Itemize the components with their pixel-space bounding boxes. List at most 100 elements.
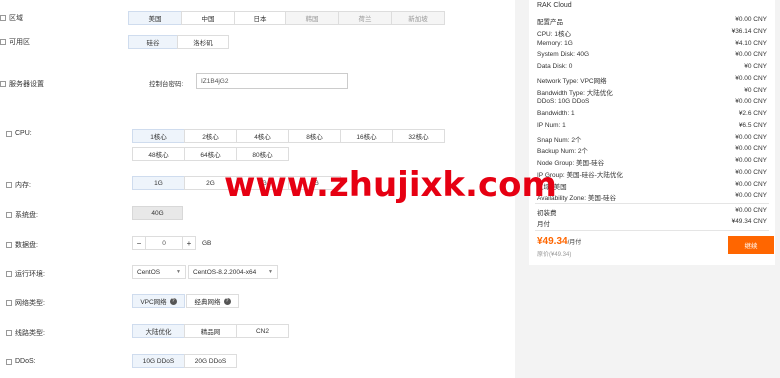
help-icon[interactable]: ? — [223, 297, 231, 305]
network-option-vpc-label: VPC网络 — [140, 299, 167, 306]
bullet-icon — [6, 271, 12, 277]
region-row-label: 区域 — [0, 13, 23, 23]
ddos-option-10g[interactable]: 10G DDoS — [132, 354, 185, 368]
line-option-cn2[interactable]: CN2 — [236, 324, 289, 338]
memory-label: 内存: — [15, 182, 31, 189]
summary-item-value: ¥0 CNY — [744, 63, 767, 70]
monthly-value: ¥49.34 CNY — [731, 218, 767, 225]
chevron-down-icon: ▼ — [268, 269, 273, 275]
bullet-icon — [6, 182, 12, 188]
os-select[interactable]: CentOS ▼ — [132, 265, 186, 279]
zone-option-losangeles[interactable]: 洛杉矶 — [177, 35, 229, 49]
region-option-cn[interactable]: 中国 — [181, 11, 235, 25]
setup-fee-label: 初装费 — [537, 210, 557, 217]
os-version-select-value: CentOS-8.2.2004-x64 — [193, 268, 257, 276]
region-option-kr[interactable]: 韩国 — [285, 11, 339, 25]
summary-item-row: System Disk: 40G ¥0.00 CNY — [537, 51, 767, 58]
line-option-premium[interactable]: 精品网 — [184, 324, 237, 338]
data-disk-stepper: − 0 + GB — [132, 236, 211, 250]
summary-item-value: ¥4.10 CNY — [735, 39, 767, 47]
zone-group: 硅谷 洛杉矶 — [128, 35, 229, 49]
bullet-icon — [0, 81, 6, 87]
summary-item-label: CPU: 1核心 — [537, 30, 571, 38]
summary-item-row: Backup Num: 2个 ¥0.00 CNY — [537, 145, 767, 155]
memory-option-1g[interactable]: 1G — [132, 176, 185, 190]
summary-item-row: Network Type: VPC网络 ¥0.00 CNY — [537, 75, 767, 85]
summary-item-label: Data Disk: 0 — [537, 63, 573, 70]
summary-item-row: Bandwidth Type: 大陆优化 ¥0 CNY — [537, 87, 767, 97]
summary-title: RAK Cloud — [537, 2, 572, 9]
cpu-option-1[interactable]: 1核心 — [132, 129, 185, 143]
summary-item-row: CPU: 1核心 ¥36.14 CNY — [537, 28, 767, 38]
summary-item-row: 区域: 美国 ¥0.00 CNY — [537, 181, 767, 191]
bullet-icon — [6, 330, 12, 336]
original-price: 原价(¥49.34) — [537, 252, 572, 258]
server-settings-row-label: 服务器设置 — [0, 79, 44, 89]
bullet-icon — [0, 39, 6, 45]
zone-option-siliconvalley[interactable]: 硅谷 — [128, 35, 178, 49]
region-option-nl[interactable]: 荷兰 — [338, 11, 392, 25]
cpu-option-80[interactable]: 80核心 — [236, 147, 289, 161]
summary-item-label: Snap Num: 2个 — [537, 136, 582, 144]
bullet-icon — [6, 358, 12, 365]
bullet-icon — [6, 300, 12, 306]
bullet-icon — [0, 15, 6, 21]
summary-item-label: System Disk: 40G — [537, 51, 590, 59]
cpu-option-8[interactable]: 8核心 — [288, 129, 341, 143]
summary-item-value: ¥0.00 CNY — [735, 180, 767, 188]
console-password-input[interactable]: IZ1B4jG2 — [196, 73, 348, 89]
summary-item-label: IP Num: 1 — [537, 121, 566, 129]
total-price-unit: /月付 — [567, 240, 582, 246]
os-select-value: CentOS — [137, 268, 161, 276]
data-disk-minus-button[interactable]: − — [132, 236, 146, 250]
summary-item-value: ¥2.6 CNY — [738, 110, 767, 117]
data-disk-unit: GB — [202, 239, 212, 247]
data-disk-label: 数据盘: — [15, 242, 38, 249]
setup-fee-row: 初装费 ¥0.00 CNY — [537, 207, 767, 217]
cpu-option-48[interactable]: 48核心 — [132, 147, 185, 161]
zone-row-label: 可用区 — [0, 37, 30, 47]
bullet-icon — [6, 130, 12, 137]
summary-item-row: IP Num: 1 ¥6.5 CNY — [537, 122, 767, 129]
help-icon[interactable]: ? — [169, 297, 177, 305]
summary-item-value: ¥0 CNY — [744, 86, 767, 94]
region-option-us[interactable]: 美国 — [128, 11, 182, 25]
data-disk-row-label: 数据盘: — [0, 240, 38, 250]
summary-item-label: Memory: 1G — [537, 39, 573, 47]
total-price-value: ¥49.34 — [537, 236, 568, 247]
os-version-select[interactable]: CentOS-8.2.2004-x64 ▼ — [188, 265, 278, 279]
summary-item-label: Bandwidth Type: 大陆优化 — [537, 89, 613, 97]
network-option-vpc[interactable]: VPC网络 ? — [132, 294, 185, 308]
summary-item-row: Availability Zone: 美国-硅谷 ¥0.00 CNY — [537, 192, 767, 202]
summary-item-row: DDoS: 10G DDoS ¥0.00 CNY — [537, 98, 767, 105]
cpu-option-4[interactable]: 4核心 — [236, 129, 289, 143]
region-group: 美国 中国 日本 韩国 荷兰 新加坡 — [128, 11, 445, 25]
cpu-option-16[interactable]: 16核心 — [340, 129, 393, 143]
line-option-mainland[interactable]: 大陆优化 — [132, 324, 185, 338]
cpu-option-64[interactable]: 64核心 — [184, 147, 237, 161]
cpu-option-2[interactable]: 2核心 — [184, 129, 237, 143]
network-option-classic[interactable]: 经典网络 ? — [186, 294, 239, 308]
data-disk-input[interactable]: 0 — [146, 236, 182, 250]
ddos-row-label: DDoS: — [0, 358, 36, 365]
ddos-label: DDoS: — [15, 358, 36, 365]
bullet-icon — [6, 212, 12, 218]
cpu-group-row2: 48核心 64核心 80核心 — [132, 147, 289, 161]
summary-item-value: ¥0.00 CNY — [735, 145, 767, 153]
network-type-row-label: 网络类型: — [0, 298, 45, 308]
continue-button[interactable]: 继续 — [728, 236, 774, 254]
summary-item-row: IP Group: 美国-硅谷-大陆优化 ¥0.00 CNY — [537, 169, 767, 179]
data-disk-plus-button[interactable]: + — [182, 236, 196, 250]
summary-item-label: Network Type: VPC网络 — [537, 77, 607, 85]
system-disk-label: 系统盘: — [15, 212, 38, 219]
region-option-jp[interactable]: 日本 — [234, 11, 286, 25]
region-option-sg[interactable]: 新加坡 — [391, 11, 445, 25]
cpu-option-32[interactable]: 32核心 — [392, 129, 445, 143]
order-summary-card: RAK Cloud 配置产品 ¥0.00 CNY CPU: 1核心 ¥36.14 CN… — [529, 0, 775, 265]
ddos-option-20g[interactable]: 20G DDoS — [184, 354, 237, 368]
summary-item-row: Snap Num: 2个 ¥0.00 CNY — [537, 134, 767, 144]
runtime-row-label: 运行环境: — [0, 269, 45, 279]
cpu-group-row1: 1核心 2核心 4核心 8核心 16核心 32核心 — [132, 129, 445, 143]
bullet-icon — [6, 242, 12, 248]
system-disk-value: 40G — [132, 206, 183, 220]
